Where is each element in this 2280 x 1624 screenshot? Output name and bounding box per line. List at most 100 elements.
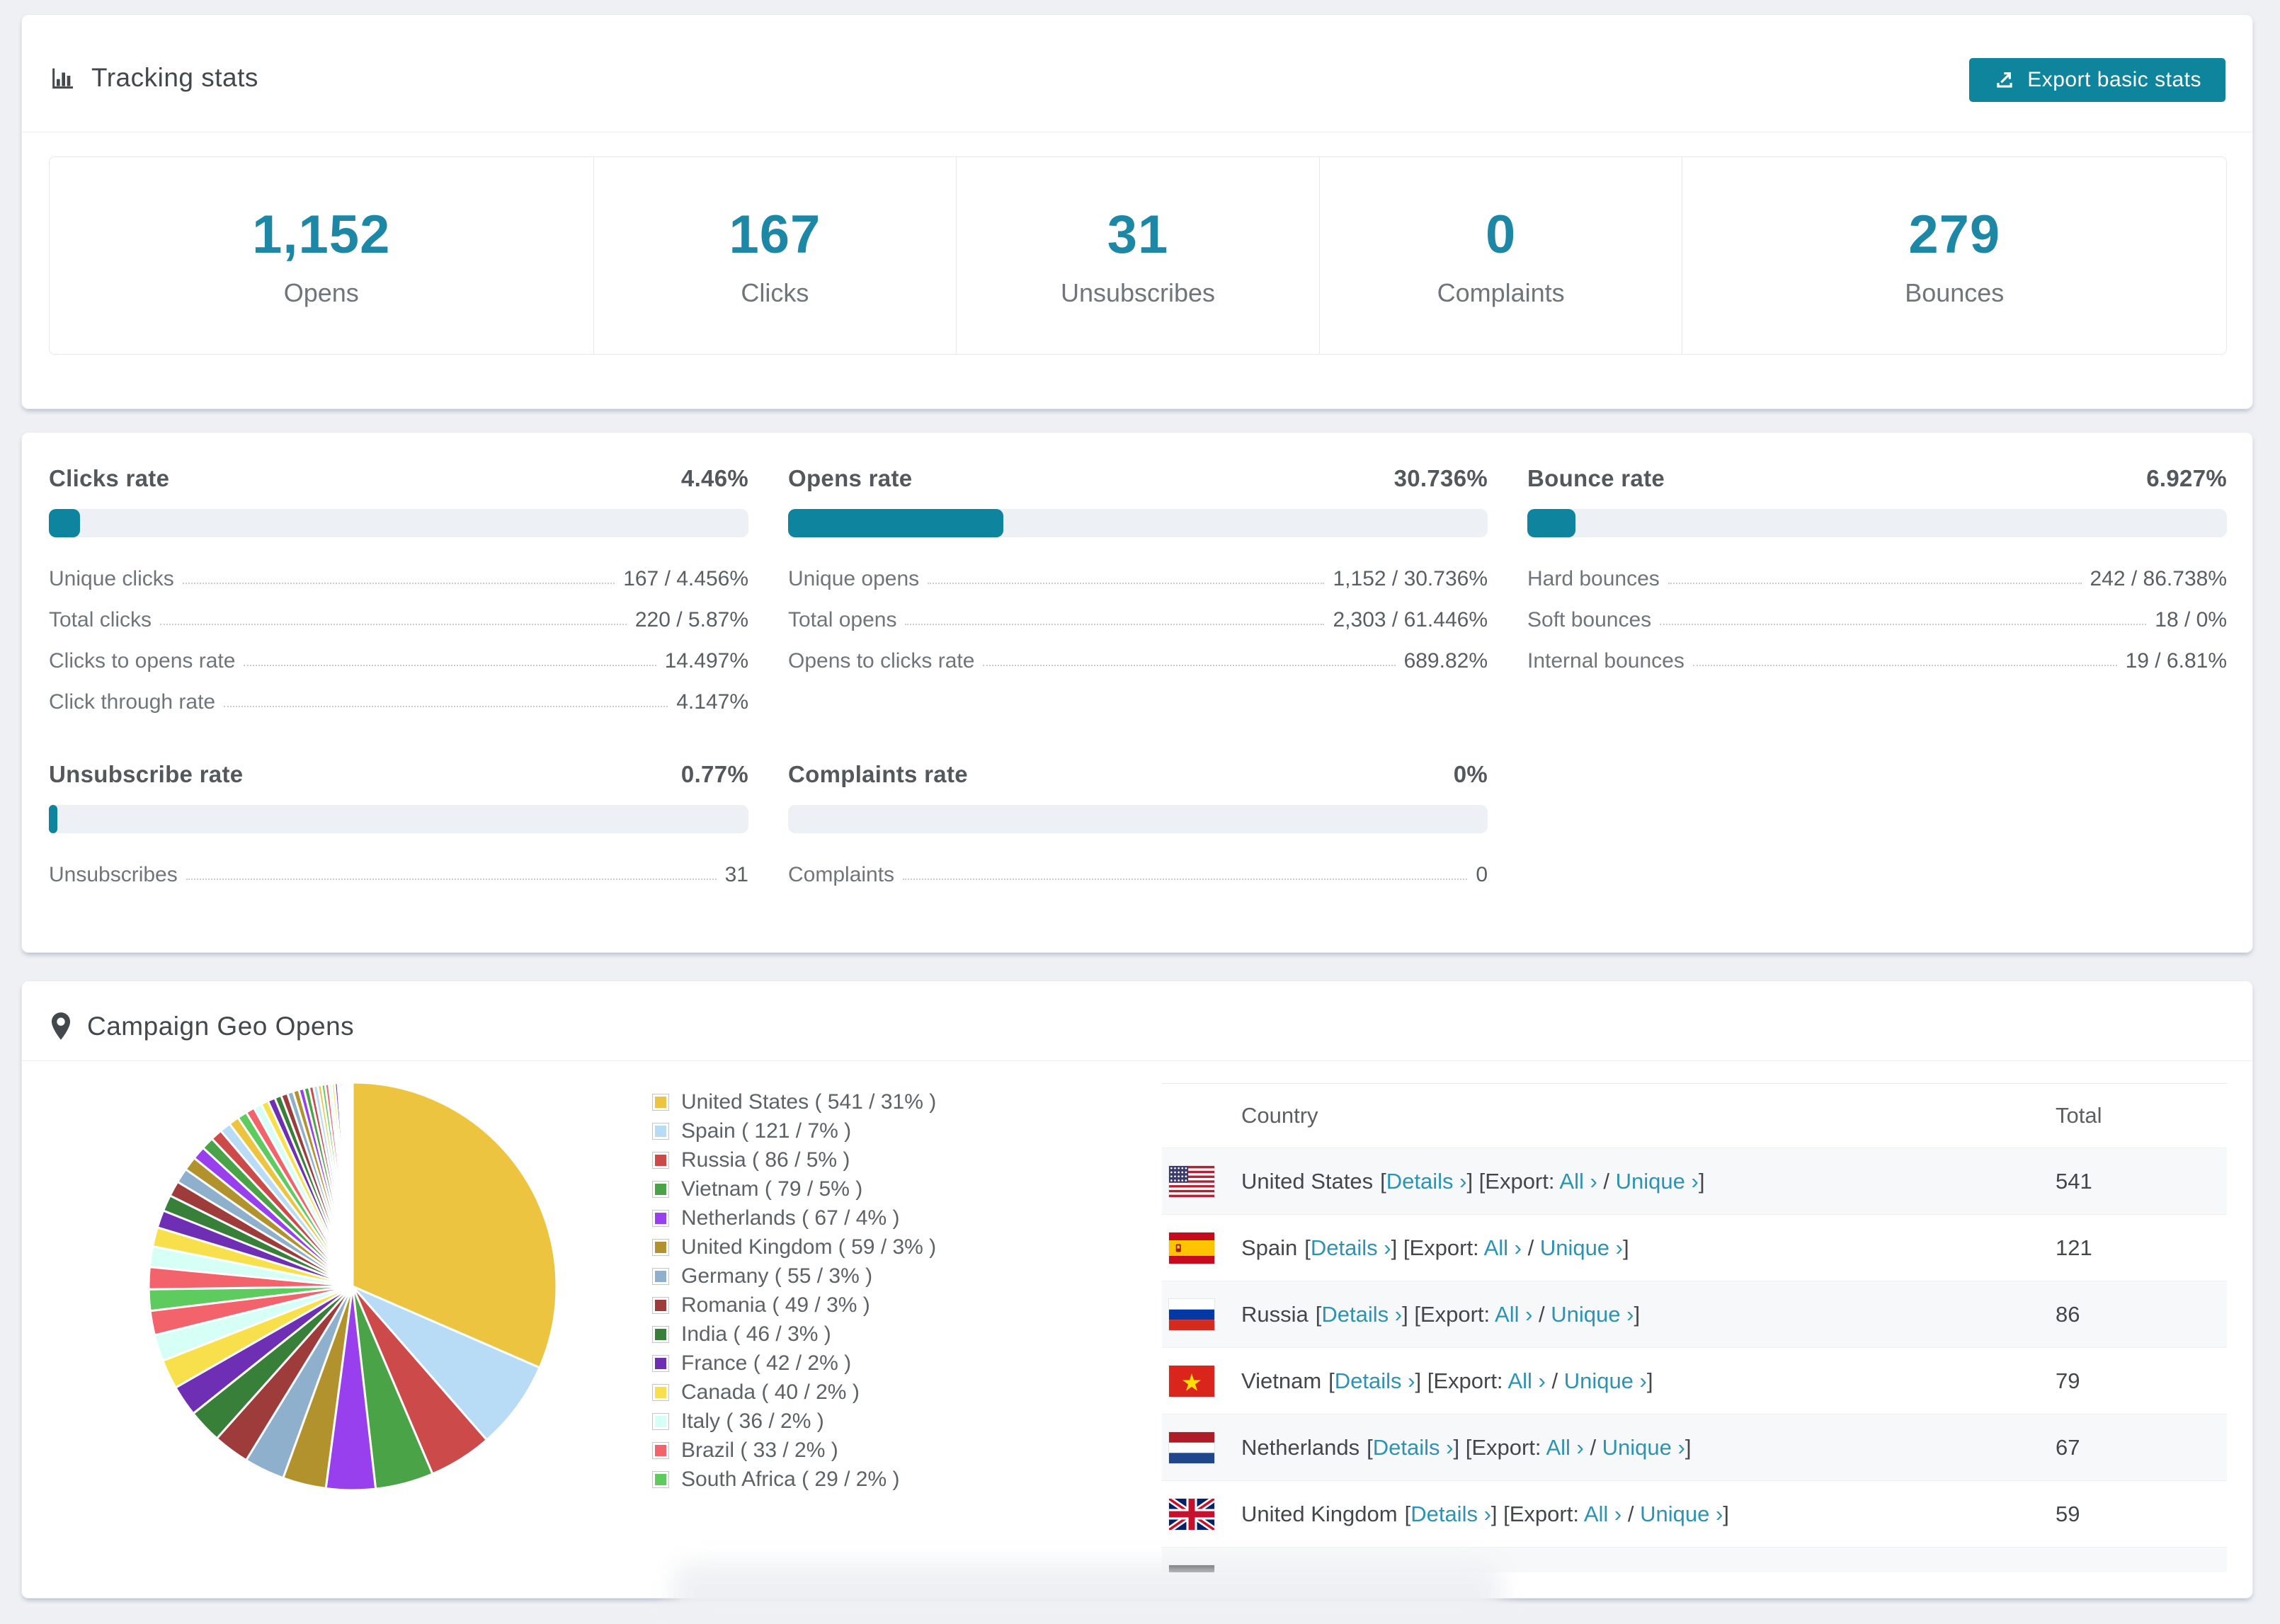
export-basic-stats-button[interactable]: Export basic stats bbox=[1969, 58, 2225, 102]
dotted-leader bbox=[903, 879, 1468, 880]
dotted-leader bbox=[983, 665, 1396, 666]
stat-cell-clicks: 167 Clicks bbox=[593, 157, 957, 354]
rate-block-complaints-rate: Complaints rate 0% Complaints 0 bbox=[788, 761, 1488, 888]
export-label: ] [Export: bbox=[1453, 1434, 1546, 1460]
bracket-close: ] bbox=[1623, 1235, 1629, 1260]
detail-label: Soft bounces bbox=[1527, 608, 1652, 631]
export-label: ] [Export: bbox=[1415, 1368, 1508, 1393]
export-all-link[interactable]: All › bbox=[1507, 1368, 1545, 1393]
export-label: ] [Export: bbox=[1402, 1301, 1495, 1327]
legend-item-italy[interactable]: Italy ( 36 / 2% ) bbox=[652, 1407, 936, 1436]
rate-value: 0% bbox=[1453, 761, 1488, 787]
table-row-vietnam: Vietnam [Details ›] [Export: All › / Uniq… bbox=[1162, 1347, 2227, 1414]
legend-item-france[interactable]: France ( 42 / 2% ) bbox=[652, 1349, 936, 1378]
legend-swatch-icon bbox=[652, 1209, 669, 1227]
legend-item-romania[interactable]: Romania ( 49 / 3% ) bbox=[652, 1291, 936, 1320]
total-cell: 541 bbox=[2056, 1168, 2092, 1194]
slash-separator: / bbox=[1521, 1235, 1540, 1260]
export-label: ] [Export: bbox=[1466, 1168, 1560, 1194]
legend-item-india[interactable]: India ( 46 / 3% ) bbox=[652, 1320, 936, 1349]
legend-swatch-icon bbox=[652, 1441, 669, 1459]
legend-swatch-icon bbox=[652, 1267, 669, 1285]
nl-flag-icon bbox=[1169, 1431, 1214, 1463]
details-link[interactable]: Details › bbox=[1386, 1169, 1467, 1194]
detail-value: 167 / 4.456% bbox=[623, 567, 748, 590]
stat-cell-complaints: 0 Complaints bbox=[1318, 157, 1682, 354]
legend-item-spain[interactable]: Spain ( 121 / 7% ) bbox=[652, 1116, 936, 1145]
detail-value: 31 bbox=[724, 863, 748, 886]
stat-label-clicks: Clicks bbox=[741, 278, 809, 307]
legend-label: India ( 46 / 3% ) bbox=[681, 1322, 831, 1346]
legend-label: Spain ( 121 / 7% ) bbox=[681, 1119, 852, 1143]
export-unique-link[interactable]: Unique › bbox=[1564, 1368, 1647, 1393]
country-name: Spain bbox=[1241, 1235, 1298, 1260]
legend-item-vietnam[interactable]: Vietnam ( 79 / 5% ) bbox=[652, 1174, 936, 1203]
detail-label: Unique opens bbox=[788, 567, 920, 590]
legend-swatch-icon bbox=[652, 1093, 669, 1111]
legend-item-canada[interactable]: Canada ( 40 / 2% ) bbox=[652, 1378, 936, 1407]
country-name: Vietnam bbox=[1241, 1368, 1322, 1393]
export-unique-link[interactable]: Unique › bbox=[1540, 1235, 1623, 1260]
stat-value-clicks: 167 bbox=[729, 204, 821, 265]
es-flag-icon bbox=[1169, 1232, 1214, 1264]
legend-item-germany[interactable]: Germany ( 55 / 3% ) bbox=[652, 1262, 936, 1291]
table-row-spain: Spain [Details ›] [Export: All › / Unique… bbox=[1162, 1214, 2227, 1281]
country-cell-text: Vietnam [Details ›] [Export: All › / Uniq… bbox=[1241, 1368, 1653, 1394]
bracket-open: [ bbox=[1328, 1368, 1335, 1393]
legend-item-netherlands[interactable]: Netherlands ( 67 / 4% ) bbox=[652, 1203, 936, 1233]
column-header-country: Country bbox=[1241, 1103, 1318, 1128]
export-all-link[interactable]: All › bbox=[1559, 1169, 1597, 1194]
legend-label: South Africa ( 29 / 2% ) bbox=[681, 1467, 900, 1491]
details-link[interactable]: Details › bbox=[1373, 1435, 1454, 1460]
legend-swatch-icon bbox=[652, 1325, 669, 1343]
export-unique-link[interactable]: Unique › bbox=[1551, 1302, 1634, 1327]
details-link[interactable]: Details › bbox=[1335, 1368, 1415, 1393]
clicks-rate-progress-bar bbox=[49, 509, 748, 537]
detail-value: 220 / 5.87% bbox=[634, 608, 748, 631]
export-unique-link[interactable]: Unique › bbox=[1616, 1169, 1699, 1194]
country-cell-text: Spain [Details ›] [Export: All › / Unique… bbox=[1241, 1235, 1629, 1261]
stat-value-bounces: 279 bbox=[1908, 204, 2001, 265]
export-unique-link[interactable]: Unique › bbox=[1602, 1435, 1685, 1460]
country-cell-text: Netherlands [Details ›] [Export: All › / … bbox=[1241, 1435, 1691, 1460]
dotted-leader bbox=[928, 583, 1325, 584]
detail-label: Unique clicks bbox=[49, 567, 174, 590]
table-row-united-kingdom: United Kingdom [Details ›] [Export: All ›… bbox=[1162, 1480, 2227, 1547]
export-all-link[interactable]: All › bbox=[1546, 1435, 1583, 1460]
legend-item-united-states[interactable]: United States ( 541 / 31% ) bbox=[652, 1087, 936, 1116]
stat-cell-opens: 1,152 Opens bbox=[50, 157, 593, 354]
detail-value: 0 bbox=[1476, 863, 1488, 886]
export-unique-link[interactable]: Unique › bbox=[1640, 1502, 1723, 1526]
legend-item-south-africa[interactable]: South Africa ( 29 / 2% ) bbox=[652, 1465, 936, 1494]
export-all-link[interactable]: All › bbox=[1484, 1235, 1522, 1260]
rate-block-unsubscribe-rate: Unsubscribe rate 0.77% Unsubscribes 31 bbox=[49, 761, 748, 888]
export-all-link[interactable]: All › bbox=[1584, 1502, 1621, 1526]
detail-row-unique-clicks: Unique clicks 167 / 4.456% bbox=[49, 551, 748, 593]
detail-label: Total clicks bbox=[49, 608, 152, 631]
detail-row-total-clicks: Total clicks 220 / 5.87% bbox=[49, 593, 748, 634]
legend-swatch-icon bbox=[652, 1238, 669, 1256]
dotted-leader bbox=[1668, 583, 2082, 584]
details-link[interactable]: Details › bbox=[1321, 1302, 1402, 1327]
total-cell: 86 bbox=[2056, 1301, 2080, 1327]
detail-row-opens-to-clicks-rate: Opens to clicks rate 689.82% bbox=[788, 634, 1488, 675]
legend-item-brazil[interactable]: Brazil ( 33 / 2% ) bbox=[652, 1436, 936, 1465]
details-link[interactable]: Details › bbox=[1311, 1235, 1391, 1260]
details-link[interactable]: Details › bbox=[1410, 1502, 1491, 1526]
rate-block-clicks-rate: Clicks rate 4.46% Unique clicks 167 / 4.456… bbox=[49, 465, 748, 716]
stat-value-unsubscribes: 31 bbox=[1107, 204, 1169, 265]
legend-item-russia[interactable]: Russia ( 86 / 5% ) bbox=[652, 1145, 936, 1174]
stat-value-opens: 1,152 bbox=[252, 204, 391, 265]
column-header-total: Total bbox=[2056, 1103, 2102, 1128]
detail-value: 4.147% bbox=[676, 690, 748, 714]
detail-label: Total opens bbox=[788, 608, 897, 631]
export-all-link[interactable]: All › bbox=[1495, 1302, 1532, 1327]
geo-opens-table: Country Total United States [Details ›] [Ex… bbox=[1162, 1083, 2227, 1572]
slash-separator: / bbox=[1583, 1434, 1602, 1460]
legend-swatch-icon bbox=[652, 1470, 669, 1488]
dotted-leader bbox=[244, 665, 656, 666]
legend-item-united-kingdom[interactable]: United Kingdom ( 59 / 3% ) bbox=[652, 1233, 936, 1262]
stats-summary-box: 1,152 Opens 167 Clicks 31 Unsubscribes 0 Compla… bbox=[49, 156, 2227, 355]
stat-value-complaints: 0 bbox=[1486, 204, 1517, 265]
country-cell-text: Russia [Details ›] [Export: All › / Uniqu… bbox=[1241, 1302, 1640, 1327]
